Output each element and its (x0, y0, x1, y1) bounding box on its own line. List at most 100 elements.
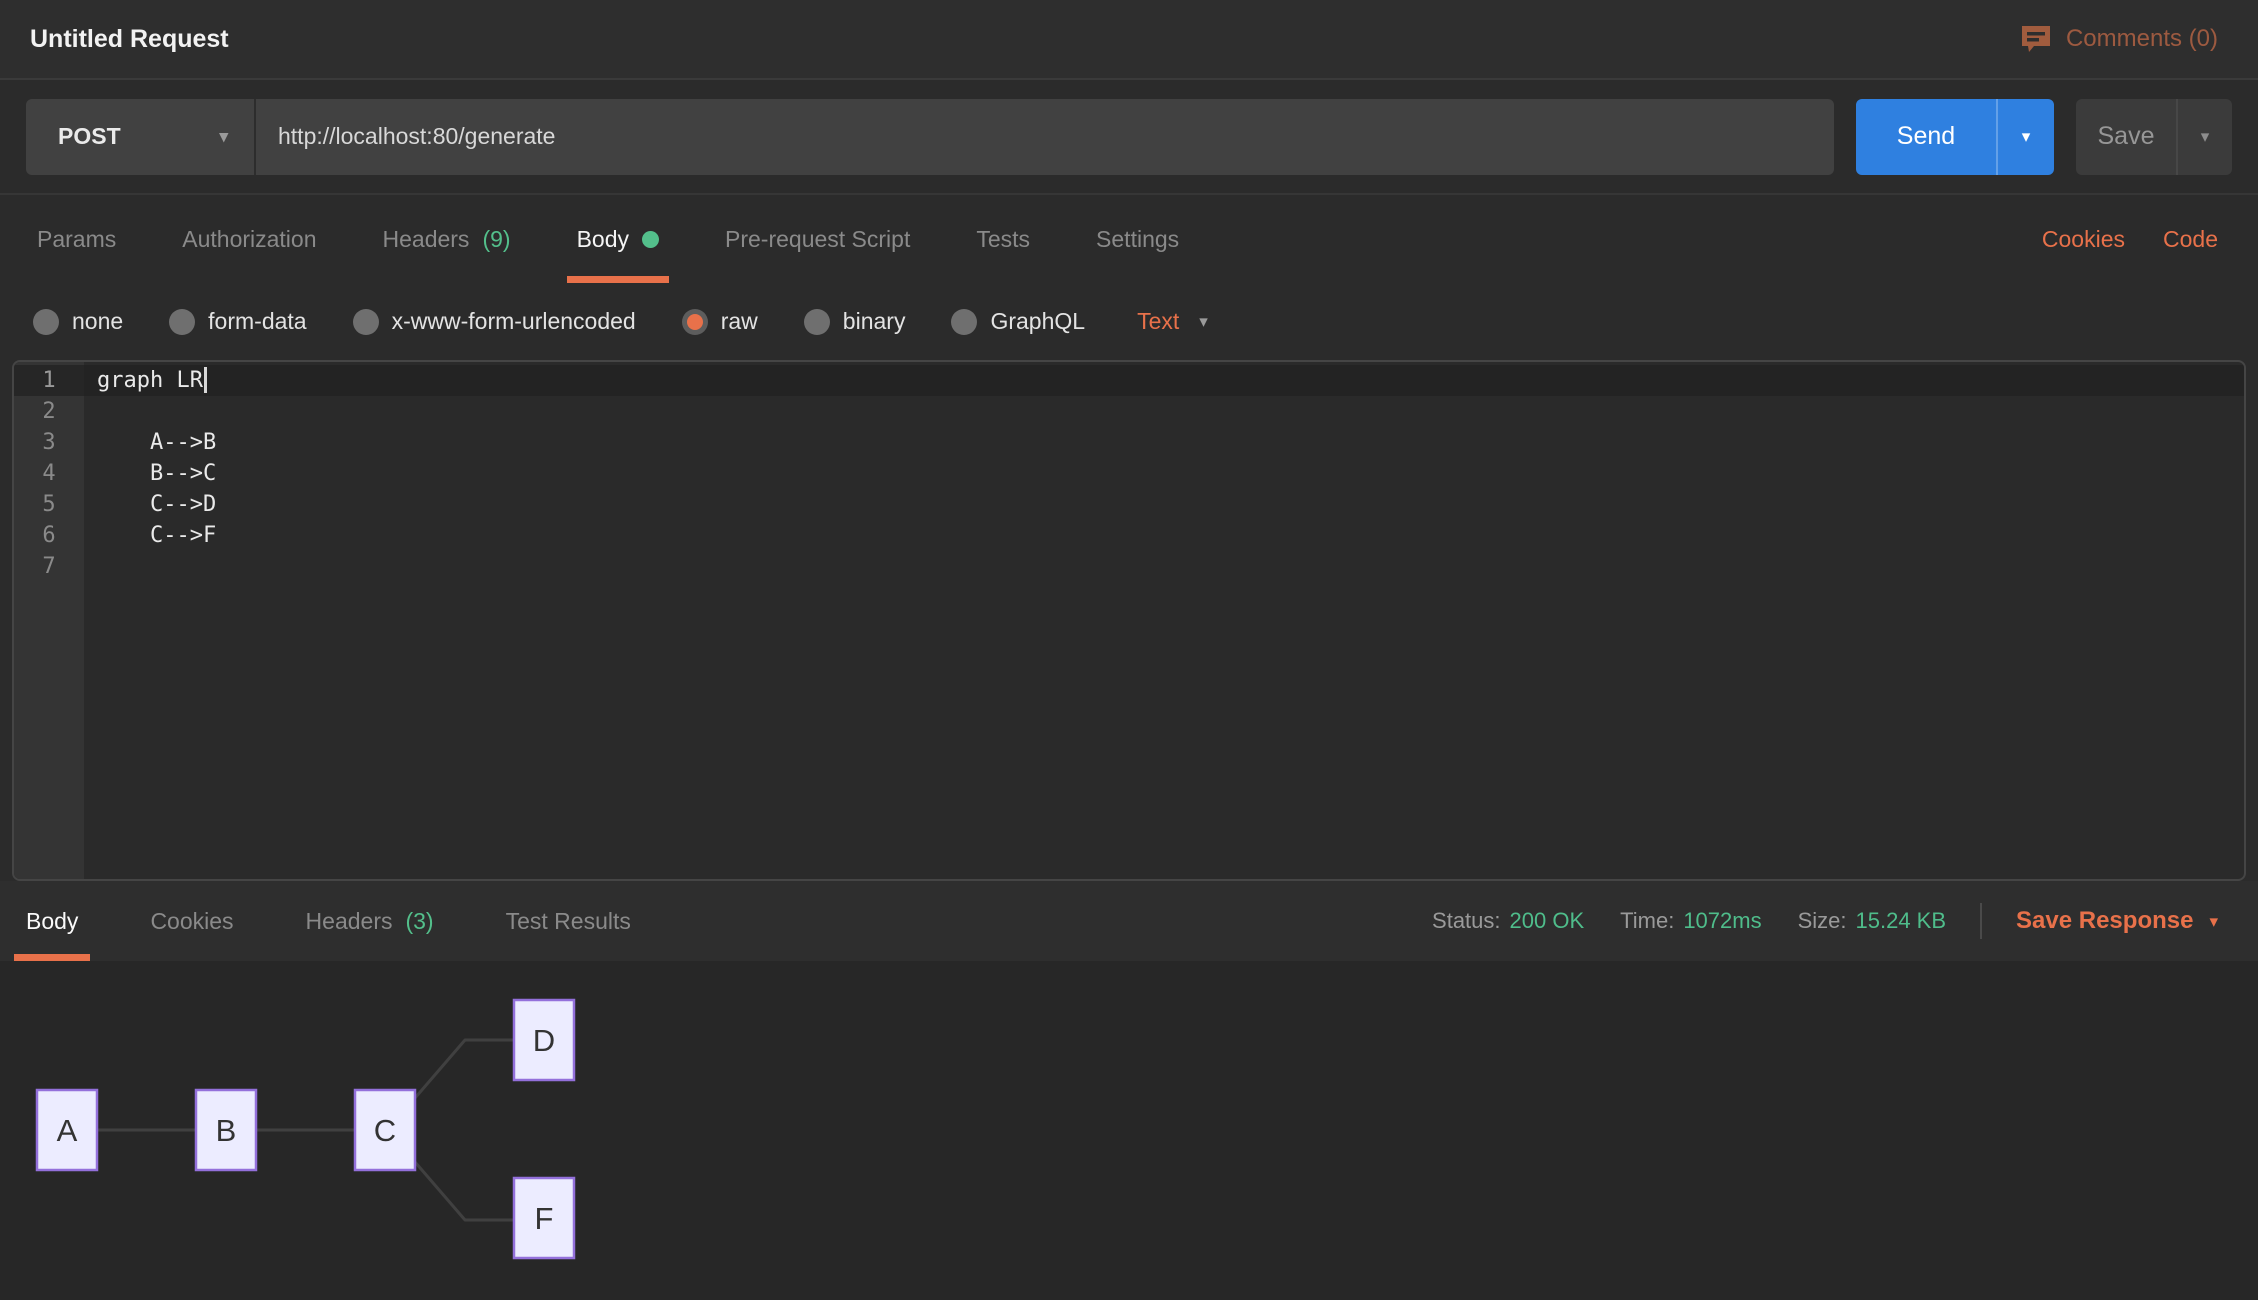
radio-icon (169, 309, 195, 335)
send-dropdown-button[interactable]: ▾ (1996, 99, 2054, 175)
graph-node-label-C: C (374, 1113, 396, 1148)
save-dropdown-button[interactable]: ▾ (2176, 99, 2232, 175)
status-label: Status: (1432, 908, 1500, 934)
radio-label: x-www-form-urlencoded (392, 308, 636, 335)
divider (1980, 903, 1982, 939)
graph-edge-C-F (415, 1162, 514, 1220)
line-number: 2 (14, 396, 84, 427)
page-title: Untitled Request (30, 25, 229, 54)
request-body-editor[interactable]: 1234567 graph LR A-->B B-->C C-->D C-->F (12, 360, 2246, 881)
green-dot-icon (642, 231, 659, 248)
tab-count: (3) (405, 908, 433, 935)
method-value: POST (58, 123, 121, 150)
tab-label: Body (26, 908, 78, 935)
request-bar: POST ▾ http://localhost:80/generate Send… (0, 80, 2258, 193)
size-badge: Size:15.24 KB (1798, 908, 1946, 934)
code-line[interactable] (84, 551, 2244, 582)
format-value: Text (1137, 308, 1179, 335)
response-tab-body[interactable]: Body (14, 881, 90, 961)
bodytype-radio-none[interactable]: none (33, 308, 123, 335)
save-response-label: Save Response (2016, 907, 2193, 935)
bodytype-radio-raw[interactable]: raw (682, 308, 758, 335)
code-text: graph LR (97, 368, 203, 393)
save-response-button[interactable]: Save Response ▾ (2016, 907, 2218, 935)
response-tab-headers[interactable]: Headers(3) (294, 881, 446, 961)
bodytype-radio-form-data[interactable]: form-data (169, 308, 306, 335)
code-line[interactable] (84, 396, 2244, 427)
url-group: POST ▾ http://localhost:80/generate (26, 99, 1834, 175)
response-meta: Status: 200 OK Time:1072ms Size:15.24 KB Sav… (1396, 881, 2218, 961)
code-text: C-->D (97, 492, 216, 517)
tab-label: Settings (1096, 226, 1179, 253)
response-graph: ABCDF (0, 961, 720, 1300)
radio-icon (353, 309, 379, 335)
send-button[interactable]: Send (1856, 99, 1996, 175)
size-value: 15.24 KB (1856, 908, 1947, 934)
topbar: Untitled Request Comments (0) (0, 0, 2258, 80)
status-value: 200 OK (1510, 908, 1585, 934)
save-split-button: Save ▾ (2076, 99, 2232, 175)
body-type-row: none form-data x-www-form-urlencoded raw bin… (0, 283, 2258, 360)
cookies-link[interactable]: Cookies (2042, 226, 2125, 253)
code-link[interactable]: Code (2163, 226, 2218, 253)
response-tabs: Body Cookies Headers(3) Test Results (14, 881, 691, 961)
tab-pre-request-script[interactable]: Pre-request Script (721, 195, 914, 283)
format-select[interactable]: Text ▾ (1137, 308, 1208, 335)
graph-node-label-D: D (533, 1023, 555, 1058)
time-badge: Time:1072ms (1620, 908, 1761, 934)
code-line[interactable]: C-->F (84, 520, 2244, 551)
code-text: A-->B (97, 430, 216, 455)
tab-label: Cookies (150, 908, 233, 935)
code-line[interactable]: A-->B (84, 427, 2244, 458)
tab-headers[interactable]: Headers (9) (379, 195, 515, 283)
save-button[interactable]: Save (2076, 99, 2176, 175)
editor-code[interactable]: graph LR A-->B B-->C C-->D C-->F (84, 362, 2244, 879)
graph-edge-C-D (415, 1040, 514, 1098)
code-text: C-->F (97, 523, 216, 548)
tab-settings[interactable]: Settings (1092, 195, 1183, 283)
radio-icon (682, 309, 708, 335)
status-badge: Status: 200 OK (1432, 908, 1584, 934)
radio-label: form-data (208, 308, 306, 335)
response-tab-test-results[interactable]: Test Results (494, 881, 643, 961)
method-select[interactable]: POST ▾ (26, 99, 254, 175)
code-text: B-->C (97, 461, 216, 486)
line-number: 7 (14, 551, 84, 582)
tab-label: Pre-request Script (725, 226, 910, 253)
line-number: 5 (14, 489, 84, 520)
radio-label: none (72, 308, 123, 335)
request-tab-links: Cookies Code (2042, 195, 2218, 283)
request-tabs-row: Params Authorization Headers (9) Body Pre-req… (0, 193, 2258, 283)
bodytype-radio-graphql[interactable]: GraphQL (951, 308, 1085, 335)
comments-button[interactable]: Comments (0) (2020, 24, 2218, 54)
chevron-down-icon: ▾ (2022, 128, 2031, 145)
bodytype-radio-x-www-form-urlencoded[interactable]: x-www-form-urlencoded (353, 308, 636, 335)
response-tab-cookies[interactable]: Cookies (138, 881, 245, 961)
time-label: Time: (1620, 908, 1674, 934)
code-line[interactable]: C-->D (84, 489, 2244, 520)
chevron-down-icon: ▾ (2209, 913, 2218, 930)
radio-icon (804, 309, 830, 335)
line-number: 1 (14, 365, 84, 396)
code-line[interactable]: B-->C (84, 458, 2244, 489)
tab-count: (9) (482, 226, 510, 253)
graph-node-label-B: B (216, 1113, 237, 1148)
body-type-options: none form-data x-www-form-urlencoded raw bin… (33, 308, 1085, 335)
chevron-down-icon: ▾ (219, 128, 228, 145)
response-body: ABCDF (0, 961, 2258, 1300)
url-value: http://localhost:80/generate (278, 123, 555, 150)
tab-label: Params (37, 226, 116, 253)
url-input[interactable]: http://localhost:80/generate (256, 99, 1834, 175)
tab-authorization[interactable]: Authorization (178, 195, 320, 283)
tab-label: Headers (383, 226, 470, 253)
request-tabs: Params Authorization Headers (9) Body Pre-req… (33, 195, 1241, 283)
editor-gutter: 1234567 (14, 362, 84, 879)
tab-tests[interactable]: Tests (972, 195, 1034, 283)
chevron-down-icon: ▾ (2201, 128, 2210, 145)
tab-params[interactable]: Params (33, 195, 120, 283)
tab-body[interactable]: Body (573, 195, 663, 283)
radio-label: binary (843, 308, 906, 335)
bodytype-radio-binary[interactable]: binary (804, 308, 906, 335)
line-number: 4 (14, 458, 84, 489)
code-line[interactable]: graph LR (84, 365, 2244, 396)
